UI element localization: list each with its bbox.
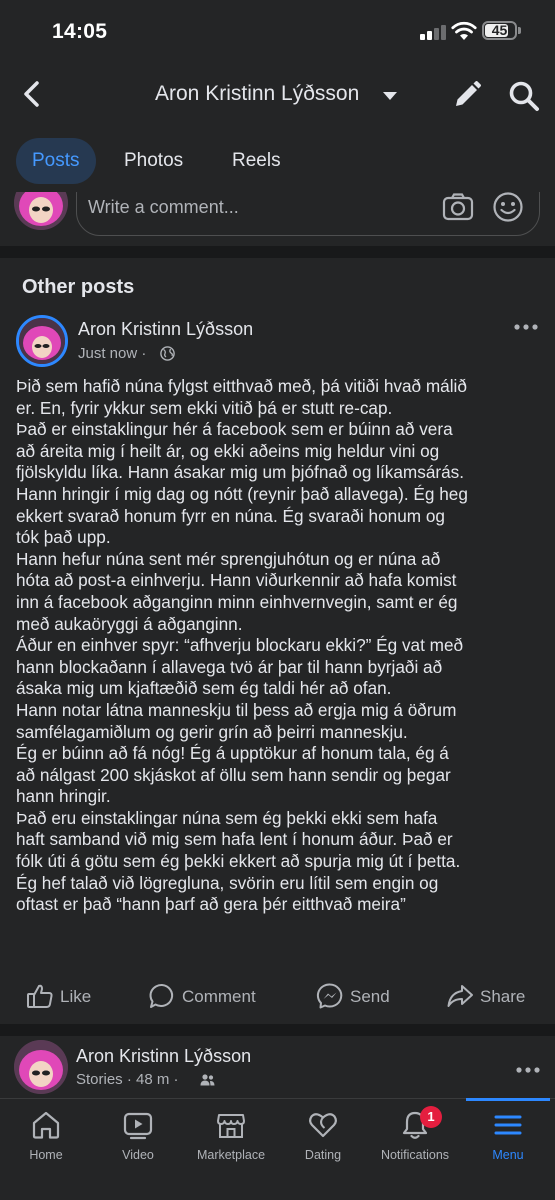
post-line: hóta að post-a einhverju. Hann viðurkenn… — [16, 570, 457, 591]
meta-separator: · — [141, 345, 147, 362]
post-line: með aukaöryggi á aðganginn. — [16, 613, 243, 634]
nav-notifications-label: Notifications — [380, 1148, 450, 1162]
post-line: oftast er það “hann þarf að gera þér eit… — [16, 894, 406, 915]
post-body: Þið sem hafið núna fylgst eitthvað með, … — [16, 376, 544, 916]
story-author[interactable]: Aron Kristinn Lýðsson — [76, 1046, 251, 1067]
comment-row: Write a comment... — [0, 192, 555, 246]
nav-home[interactable]: Home — [1, 1109, 91, 1162]
video-icon — [123, 1112, 153, 1140]
nav-video[interactable]: Video — [93, 1109, 183, 1162]
post-line: Ég hef talað við lögregluna, svörin eru … — [16, 872, 439, 893]
post-line: að nálgast 200 skjáskot af öllu sem hann… — [16, 764, 451, 785]
post-line: Það eru einstaklingar núna sem ég þekki … — [16, 807, 438, 828]
comment-button[interactable]: Comment — [148, 982, 268, 1012]
post-meta: Just now · — [78, 345, 146, 362]
post-line: ásaka mig um kjaftæðið sem ég taldi hér … — [16, 678, 392, 699]
back-icon[interactable] — [18, 78, 46, 110]
nav-home-label: Home — [29, 1148, 63, 1162]
search-icon[interactable] — [508, 80, 540, 112]
signal-icon — [420, 24, 446, 40]
profile-tabs: Posts Photos Reels — [0, 130, 555, 192]
section-divider — [0, 246, 555, 258]
share-label: Share — [480, 987, 526, 1006]
post-line: fjölskyldu líka. Hann ásakar mig um þjóf… — [16, 462, 465, 483]
post-line: er. En, fyrir ykkur sem ekki vitið þá er… — [16, 397, 393, 418]
status-bar: 14:05 45 — [0, 0, 555, 62]
post-line: Áður en einhver spyr: “afhverju blockaru… — [16, 635, 464, 656]
post-author[interactable]: Aron Kristinn Lýðsson — [78, 319, 253, 340]
active-tab-indicator — [466, 1098, 550, 1101]
post-line: Hann notar látna manneskju til þess að e… — [16, 699, 457, 720]
post-line: tók það upp. — [16, 527, 111, 548]
nav-dating-label: Dating — [304, 1148, 342, 1162]
post-line: inn á facebook aðganginn minn einhvernve… — [16, 591, 458, 612]
post-line: ekkert svarað honum fyrr en núna. Ég sva… — [16, 505, 445, 526]
globe-icon — [160, 346, 175, 361]
section-title: Other posts — [22, 276, 135, 298]
battery-level: 45 — [491, 22, 508, 38]
post-line: Ég er búinn að fá nóg! Ég á upptökur af … — [16, 743, 449, 764]
caret-down-icon[interactable] — [383, 92, 397, 100]
post-line: Hann hringir í mig dag og nótt (reynir þ… — [16, 483, 468, 504]
post-line: hann hringir. — [16, 786, 111, 807]
like-button[interactable]: Like — [26, 982, 106, 1012]
post-line: fólk úti á götu sem ég þekki ekkert að s… — [16, 851, 461, 872]
notification-badge: 1 — [420, 1106, 442, 1128]
wifi-icon — [451, 21, 477, 40]
nav-menu[interactable]: Menu — [463, 1109, 553, 1162]
marketplace-icon — [217, 1114, 245, 1138]
post-line: haft samband við mig sem hafa lent í hon… — [16, 829, 453, 850]
home-icon — [32, 1111, 60, 1139]
like-icon — [27, 984, 53, 1008]
post-time[interactable]: Just now — [78, 345, 137, 362]
more-options-icon[interactable] — [513, 317, 539, 337]
nav-marketplace[interactable]: Marketplace — [186, 1109, 276, 1162]
pencil-icon[interactable] — [452, 80, 482, 110]
tab-photos[interactable]: Photos — [108, 138, 199, 184]
post-avatar[interactable] — [16, 315, 68, 367]
dating-icon — [309, 1113, 337, 1138]
profile-header: Aron Kristinn Lýðsson — [0, 62, 555, 130]
battery-nub — [518, 27, 521, 34]
friends-icon — [200, 1074, 215, 1086]
emoji-icon[interactable] — [492, 192, 524, 223]
nav-menu-label: Menu — [492, 1148, 524, 1162]
send-button[interactable]: Send — [316, 982, 406, 1012]
story-meta: Stories · 48 m · — [76, 1071, 179, 1088]
profile-name-title[interactable]: Aron Kristinn Lýðsson — [155, 82, 359, 106]
post-action-bar: Like Comment Send Share — [0, 970, 555, 1024]
status-time: 14:05 — [52, 20, 108, 43]
nav-video-label: Video — [122, 1148, 154, 1162]
camera-icon[interactable] — [442, 193, 474, 221]
story-avatar[interactable] — [14, 1040, 68, 1094]
nav-dating[interactable]: Dating — [278, 1109, 368, 1162]
post-line: Hann hefur núna sent mér sprengjuhótun o… — [16, 548, 441, 569]
messenger-icon — [316, 983, 343, 1009]
menu-icon — [494, 1115, 522, 1135]
share-icon — [447, 985, 473, 1007]
post-line: samfélagamiðlum og gerir grín að þeirri … — [16, 721, 408, 742]
post-line: hann blockaðann í allavega tvö ár þar ti… — [16, 656, 443, 677]
battery-icon: 45 — [482, 21, 517, 40]
comment-input[interactable]: Write a comment... — [76, 192, 540, 236]
avatar[interactable] — [14, 192, 68, 230]
send-label: Send — [350, 987, 390, 1006]
post-line: að áreita mig í heilt ár, og ekki aðeins… — [16, 440, 440, 461]
like-label: Like — [60, 987, 92, 1006]
bottom-nav: Home Video Marketplace Dating 1 Notifica… — [0, 1098, 555, 1200]
post-line: Það er einstaklingur hér á facebook sem … — [16, 419, 453, 440]
tab-reels[interactable]: Reels — [216, 138, 297, 184]
comment-icon — [149, 983, 174, 1008]
comment-placeholder: Write a comment... — [88, 197, 239, 217]
tab-posts[interactable]: Posts — [16, 138, 96, 184]
comment-label: Comment — [182, 987, 256, 1006]
nav-marketplace-label: Marketplace — [196, 1148, 266, 1162]
share-button[interactable]: Share — [446, 982, 536, 1012]
more-options-icon[interactable] — [515, 1060, 541, 1080]
post-line: Þið sem hafið núna fylgst eitthvað með, … — [16, 376, 467, 396]
post-divider — [0, 1024, 555, 1036]
nav-notifications[interactable]: 1 Notifications — [370, 1106, 460, 1162]
